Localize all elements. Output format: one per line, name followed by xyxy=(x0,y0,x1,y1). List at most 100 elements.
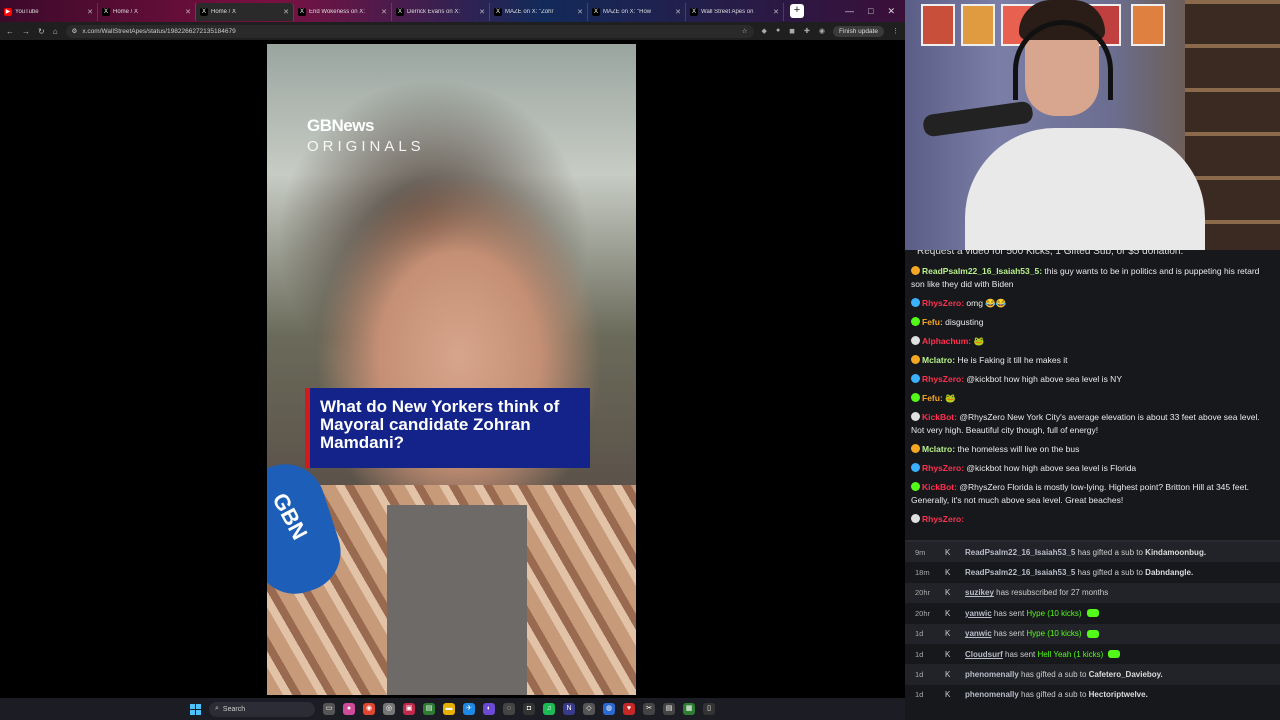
chat-message: KickBot: @RhysZero New York City's avera… xyxy=(905,408,1280,440)
chat-username[interactable]: RhysZero: xyxy=(922,463,964,473)
chat-username[interactable]: KickBot: xyxy=(922,482,957,492)
discord-icon[interactable]: ◐ xyxy=(483,703,495,715)
browser-tab[interactable]: X Home / X ✕ xyxy=(98,3,196,21)
activity-row: 1d Kyanwic has sent Hype (10 kicks) xyxy=(905,623,1280,644)
chat-message: Fefu: disgusting xyxy=(905,313,1280,332)
folder-icon[interactable]: ▬ xyxy=(443,703,455,715)
back-icon[interactable]: ← xyxy=(6,27,14,36)
app-icon[interactable]: ◎ xyxy=(383,703,395,715)
event-target[interactable]: Dabndangle. xyxy=(1145,568,1193,577)
wall-poster xyxy=(961,4,995,46)
chat-username[interactable]: Alphachum: xyxy=(922,336,971,346)
extension-icon[interactable]: ◆ xyxy=(762,27,767,35)
tab-close-icon[interactable]: ✕ xyxy=(773,8,779,16)
browser-tab[interactable]: X Derrick Evans on X: ✕ xyxy=(392,3,490,21)
app-icon[interactable]: ✈ xyxy=(463,703,475,715)
app-icon[interactable]: ✂ xyxy=(643,703,655,715)
chat-username[interactable]: Fefu: xyxy=(922,317,943,327)
minimize-icon[interactable]: — xyxy=(845,6,854,17)
browser-tab[interactable]: X Wall Street Apes on ✕ xyxy=(686,3,784,21)
taskbar-search[interactable]: ⌕ Search xyxy=(209,701,315,717)
chat-username[interactable]: Fefu: xyxy=(922,393,943,403)
event-time: 20hr xyxy=(915,608,931,618)
activity-feed: 9m K ReadPsalm22_16_Isaiah53_5 has gifted … xyxy=(905,540,1280,720)
chat-username[interactable]: Mclatro: xyxy=(922,355,955,365)
app-icon[interactable]: ▤ xyxy=(423,703,435,715)
finish-update-button[interactable]: Finish update xyxy=(832,25,884,37)
app-icon[interactable]: ▦ xyxy=(683,703,695,715)
extension-icon[interactable]: ◼ xyxy=(789,27,795,35)
maximize-icon[interactable]: □ xyxy=(868,6,873,17)
tab-close-icon[interactable]: ✕ xyxy=(381,8,387,16)
home-icon[interactable]: ⌂ xyxy=(53,27,58,36)
event-target[interactable]: Cafetero_Davieboy. xyxy=(1089,670,1163,679)
browser-tab[interactable]: X MAZE on X: "Zohr ✕ xyxy=(490,3,588,21)
event-target[interactable]: Hectoriptwelve. xyxy=(1089,690,1148,699)
new-tab-button[interactable]: + xyxy=(790,4,804,18)
video-player[interactable]: GBN GBNews ORIGINALS What do New Yorkers… xyxy=(267,44,636,695)
spotify-icon[interactable]: ♫ xyxy=(543,703,555,715)
tab-close-icon[interactable]: ✕ xyxy=(577,8,583,16)
puzzle-icon[interactable]: ✚ xyxy=(804,27,810,35)
app-icon[interactable]: ◍ xyxy=(603,703,615,715)
kick-icon: K xyxy=(945,568,951,578)
activity-row: 1d Kphenomenally has gifted a sub to Cafe… xyxy=(905,664,1280,685)
tab-close-icon[interactable]: ✕ xyxy=(185,8,191,16)
search-label: Search xyxy=(222,705,246,713)
browser-tab[interactable]: X End Wokeness on X: ✕ xyxy=(294,3,392,21)
tab-close-icon[interactable]: ✕ xyxy=(675,8,681,16)
menu-dots-icon[interactable]: ⋮ xyxy=(892,27,899,35)
x-logo-icon: X xyxy=(592,8,600,16)
chat-username[interactable]: Mclatro: xyxy=(922,444,955,454)
event-action: has gifted a sub to xyxy=(1077,547,1143,557)
app-icon[interactable]: ◇ xyxy=(583,703,595,715)
forward-icon[interactable]: → xyxy=(22,27,30,36)
task-view-icon[interactable]: ▭ xyxy=(323,703,335,715)
browser-tab[interactable]: ▶ YouTube ✕ xyxy=(0,3,98,21)
chat-username[interactable]: RhysZero: xyxy=(922,514,964,524)
close-icon[interactable]: ✕ xyxy=(887,6,895,17)
browser-tab[interactable]: X MAZE on X: "How ✕ xyxy=(588,3,686,21)
event-target[interactable]: Kindamoonbug. xyxy=(1145,548,1206,557)
chat-username[interactable]: RhysZero: xyxy=(922,298,964,308)
app-icon[interactable]: N xyxy=(563,703,575,715)
event-username[interactable]: phenomenally xyxy=(965,690,1019,699)
app-icon[interactable]: ▤ xyxy=(663,703,675,715)
tab-close-icon[interactable]: ✕ xyxy=(479,8,485,16)
extension-icon[interactable]: ● xyxy=(776,27,780,35)
chat-username[interactable]: RhysZero: xyxy=(922,374,964,384)
tab-close-icon[interactable]: ✕ xyxy=(87,8,93,16)
address-bar[interactable]: ⚙ x.com/WallStreetApes/status/1982266272… xyxy=(65,24,754,38)
chrome-icon[interactable]: ◉ xyxy=(363,703,375,715)
chat-text: @RhysZero New York City's average elevat… xyxy=(911,412,1260,435)
site-info-icon[interactable]: ⚙ xyxy=(72,27,78,35)
browser-tab[interactable]: X Home / X ✕ xyxy=(196,3,294,21)
event-time: 1d xyxy=(915,690,924,700)
app-icon[interactable]: ♥ xyxy=(623,703,635,715)
kick-icon: K xyxy=(945,670,951,680)
event-username[interactable]: phenomenally xyxy=(965,670,1019,679)
bookmark-star-icon[interactable]: ☆ xyxy=(742,27,748,35)
windows-start-icon[interactable] xyxy=(190,703,201,715)
badge-icon xyxy=(911,463,920,472)
profile-icon[interactable]: ◉ xyxy=(819,27,825,35)
event-username[interactable]: ReadPsalm22_16_Isaiah53_5 xyxy=(965,548,1075,557)
event-kicks: Hype (10 kicks) xyxy=(1026,608,1082,618)
event-username[interactable]: yanwic xyxy=(965,609,992,618)
event-username[interactable]: Cloudsurf xyxy=(965,650,1003,659)
app-icon[interactable]: ▯ xyxy=(703,703,715,715)
kick-icon: K xyxy=(945,629,951,639)
tab-label: YouTube xyxy=(15,9,39,15)
event-username[interactable]: ReadPsalm22_16_Isaiah53_5 xyxy=(965,568,1075,577)
chat-username[interactable]: ReadPsalm22_16_Isaiah53_5: xyxy=(922,266,1042,276)
chat-message: RhysZero: xyxy=(905,510,1280,529)
event-username[interactable]: suzikey xyxy=(965,588,994,597)
app-icon[interactable]: ◌ xyxy=(503,703,515,715)
app-icon[interactable]: ▣ xyxy=(403,703,415,715)
event-username[interactable]: yanwic xyxy=(965,629,992,638)
reload-icon[interactable]: ↻ xyxy=(38,27,45,36)
chat-username[interactable]: KickBot: xyxy=(922,412,957,422)
app-icon[interactable]: ◘ xyxy=(523,703,535,715)
app-icon[interactable]: ● xyxy=(343,703,355,715)
tab-close-icon[interactable]: ✕ xyxy=(283,8,289,16)
